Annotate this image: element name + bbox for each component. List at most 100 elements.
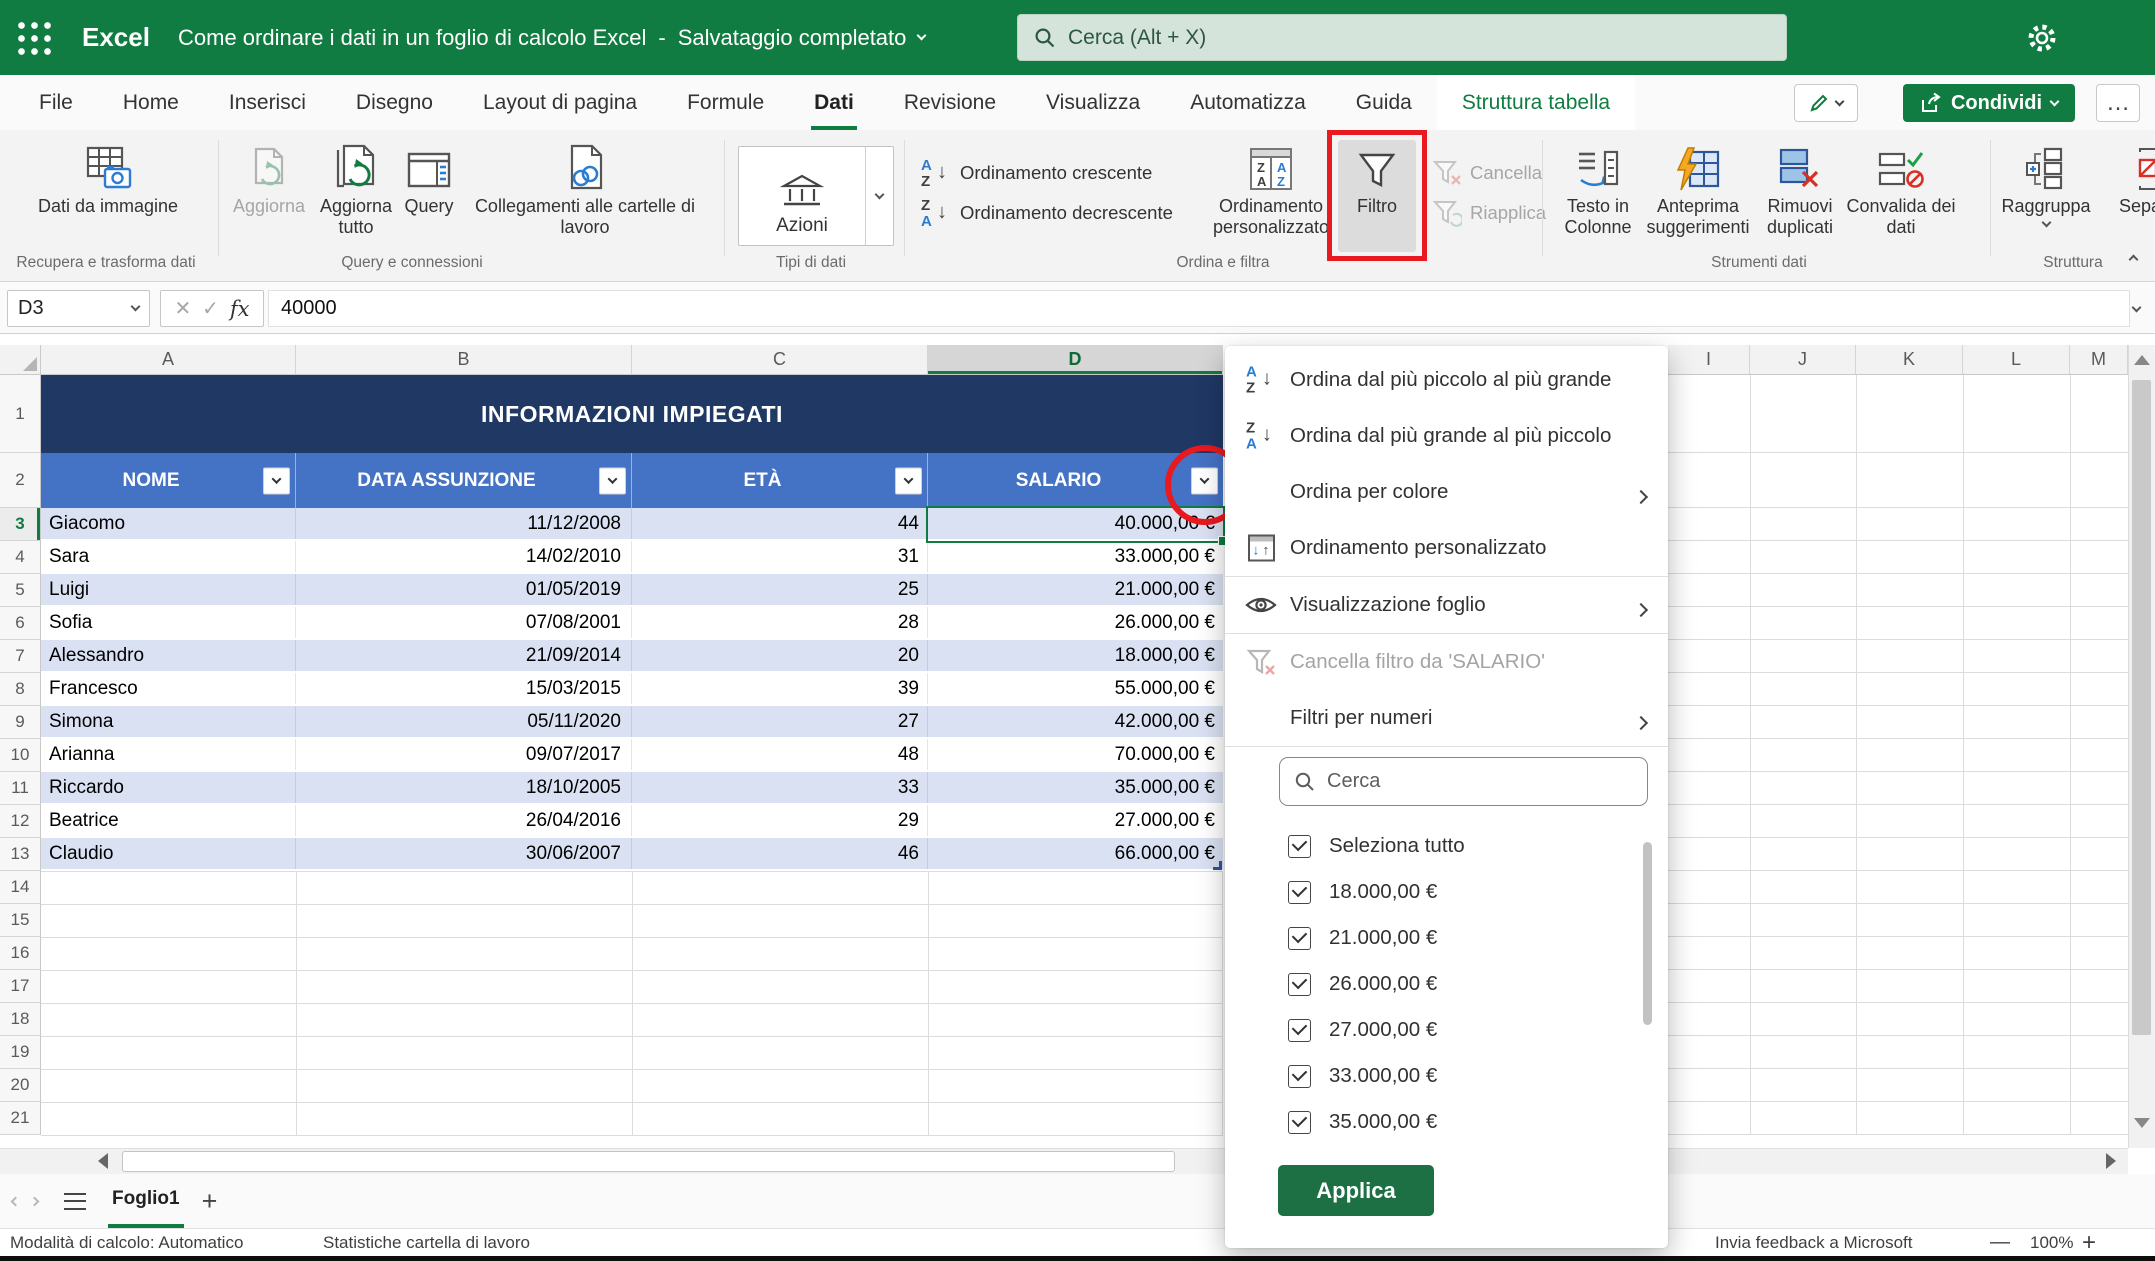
search-input[interactable] xyxy=(1068,25,1786,50)
filter-value-option[interactable]: 18.000,00 € xyxy=(1225,869,1668,915)
scroll-up-icon[interactable] xyxy=(2134,355,2150,365)
row-header[interactable]: 3 xyxy=(0,508,40,541)
ribbon-tab[interactable]: Revisione xyxy=(879,75,1021,130)
vertical-scrollbar-thumb[interactable] xyxy=(2132,380,2151,1035)
rimuovi-duplicati-button[interactable]: Rimuovi duplicati xyxy=(1752,140,1848,252)
row-header[interactable]: 18 xyxy=(0,1003,40,1036)
menu-item-custom-sort[interactable]: ↓ ↑ Ordinamento personalizzato xyxy=(1225,520,1668,576)
cell-eta[interactable]: 39 xyxy=(632,673,928,704)
row-header[interactable]: 17 xyxy=(0,970,40,1003)
ribbon-tab[interactable]: File xyxy=(14,75,98,130)
ribbon-tab[interactable]: Guida xyxy=(1331,75,1437,130)
row-header[interactable]: 2 xyxy=(0,453,40,508)
select-all-corner[interactable] xyxy=(0,345,41,375)
document-title-area[interactable]: Come ordinare i dati in un foglio di cal… xyxy=(178,0,927,75)
checkbox-checked-icon[interactable] xyxy=(1288,926,1311,950)
ribbon-tab[interactable]: Visualizza xyxy=(1021,75,1165,130)
sheet-list-icon[interactable] xyxy=(64,1192,86,1210)
cell-data-assunzione[interactable]: 15/03/2015 xyxy=(296,673,632,704)
column-header-m[interactable]: M xyxy=(2070,345,2128,374)
checkbox-checked-icon[interactable] xyxy=(1288,880,1311,904)
testo-in-colonne-button[interactable]: Testo in Colonne xyxy=(1548,140,1648,252)
cell-data-assunzione[interactable]: 26/04/2016 xyxy=(296,805,632,836)
cell-nome[interactable]: Sara xyxy=(41,541,296,572)
cell-data-assunzione[interactable]: 30/06/2007 xyxy=(296,838,632,869)
filter-button-data-assunzione[interactable] xyxy=(599,467,626,494)
cell-eta[interactable]: 44 xyxy=(632,508,928,539)
custom-sort-button[interactable]: ZAAZ Ordinamento personalizzato xyxy=(1210,140,1332,252)
insert-function-icon[interactable]: fx xyxy=(230,297,250,321)
scroll-right-icon[interactable] xyxy=(2106,1153,2116,1169)
row-header[interactable]: 9 xyxy=(0,706,40,739)
cell-eta[interactable]: 28 xyxy=(632,607,928,638)
cell-salario[interactable]: 33.000,00 € xyxy=(928,541,1223,572)
feedback-link[interactable]: Invia feedback a Microsoft xyxy=(1715,1229,1912,1256)
column-header-k[interactable]: K xyxy=(1856,345,1963,374)
column-header-c[interactable]: C xyxy=(632,345,928,374)
cell-nome[interactable]: Giacomo xyxy=(41,508,296,539)
convalida-dati-button[interactable]: Convalida dei dati xyxy=(1846,140,1956,252)
cell-salario[interactable]: 21.000,00 € xyxy=(928,574,1223,605)
save-status[interactable]: Salvataggio completato xyxy=(678,25,907,51)
expand-formula-bar-icon[interactable] xyxy=(2131,302,2142,313)
collapse-ribbon-icon[interactable] xyxy=(2128,254,2139,265)
cancella-filtro-button[interactable]: Cancella xyxy=(1432,156,1542,190)
name-box[interactable]: D3 xyxy=(7,290,150,327)
cell-nome[interactable]: Claudio xyxy=(41,838,296,869)
anteprima-suggerimenti-button[interactable]: Anteprima suggerimenti xyxy=(1640,140,1756,252)
cell-salario[interactable]: 70.000,00 € xyxy=(928,739,1223,770)
apply-filter-button[interactable]: Applica xyxy=(1278,1165,1434,1216)
formula-input[interactable]: 40000 xyxy=(268,290,2130,327)
filter-value-option[interactable]: 26.000,00 € xyxy=(1225,961,1668,1007)
column-header-d[interactable]: D xyxy=(928,345,1223,374)
sort-descending-button[interactable]: Z A ↓ Ordinamento decrescente xyxy=(920,196,1173,230)
sort-ascending-button[interactable]: A Z ↓ Ordinamento crescente xyxy=(920,156,1152,190)
row-header[interactable]: 20 xyxy=(0,1069,40,1102)
menu-item-sort-largest-to-smallest[interactable]: Z A ↓ Ordina dal più grande al più piccolo xyxy=(1225,408,1668,464)
row-header[interactable]: 7 xyxy=(0,640,40,673)
cell-eta[interactable]: 29 xyxy=(632,805,928,836)
collegamenti-button[interactable]: Collegamenti alle cartelle di lavoro xyxy=(462,140,708,252)
sheet-tab-foglio1[interactable]: Foglio1 xyxy=(108,1174,184,1228)
settings-button[interactable] xyxy=(2022,18,2062,58)
ribbon-tab[interactable]: Layout di pagina xyxy=(458,75,662,130)
ribbon-tab[interactable]: Disegno xyxy=(331,75,458,130)
row-header[interactable]: 12 xyxy=(0,805,40,838)
filter-search-box[interactable] xyxy=(1279,757,1648,806)
workbook-stats-button[interactable]: Statistiche cartella di lavoro xyxy=(323,1229,530,1256)
more-options-button[interactable]: … xyxy=(2096,84,2140,122)
chevron-down-icon[interactable] xyxy=(130,301,141,312)
document-title[interactable]: Come ordinare i dati in un foglio di cal… xyxy=(178,25,646,51)
cell-salario[interactable]: 42.000,00 € xyxy=(928,706,1223,737)
cell-salario[interactable]: 55.000,00 € xyxy=(928,673,1223,704)
cell-eta[interactable]: 33 xyxy=(632,772,928,803)
empty-grid-area-right[interactable] xyxy=(1668,508,2128,1136)
cell-data-assunzione[interactable]: 09/07/2017 xyxy=(296,739,632,770)
zoom-out-button[interactable]: — xyxy=(1990,1229,2010,1256)
cell-eta[interactable]: 25 xyxy=(632,574,928,605)
cell-nome[interactable]: Riccardo xyxy=(41,772,296,803)
row-header[interactable]: 14 xyxy=(0,871,40,904)
cell-nome[interactable]: Arianna xyxy=(41,739,296,770)
cell-data-assunzione[interactable]: 01/05/2019 xyxy=(296,574,632,605)
checkbox-checked-icon[interactable] xyxy=(1288,1064,1311,1088)
menu-item-sheet-view[interactable]: Visualizzazione foglio xyxy=(1225,577,1668,633)
cell-data-assunzione[interactable]: 05/11/2020 xyxy=(296,706,632,737)
column-header-j[interactable]: J xyxy=(1750,345,1856,374)
zoom-in-button[interactable]: + xyxy=(2082,1229,2096,1256)
cell-data-assunzione[interactable]: 21/09/2014 xyxy=(296,640,632,671)
row-header[interactable]: 15 xyxy=(0,904,40,937)
cancel-entry-icon[interactable]: ✕ xyxy=(174,296,191,321)
share-button[interactable]: Condividi xyxy=(1903,84,2075,122)
row-header[interactable]: 1 xyxy=(0,375,40,453)
cell-salario[interactable]: 35.000,00 € xyxy=(928,772,1223,803)
filter-button-nome[interactable] xyxy=(263,467,290,494)
cell-eta[interactable]: 20 xyxy=(632,640,928,671)
azioni-dropdown[interactable] xyxy=(865,147,893,245)
cell-nome[interactable]: Simona xyxy=(41,706,296,737)
ribbon-tab[interactable]: Struttura tabella xyxy=(1436,75,1636,130)
row-header[interactable]: 21 xyxy=(0,1102,40,1135)
next-sheet-icon[interactable] xyxy=(29,1196,40,1206)
menu-item-clear-filter[interactable]: Cancella filtro da 'SALARIO' xyxy=(1225,634,1668,690)
zoom-level[interactable]: 100% xyxy=(2030,1229,2073,1256)
